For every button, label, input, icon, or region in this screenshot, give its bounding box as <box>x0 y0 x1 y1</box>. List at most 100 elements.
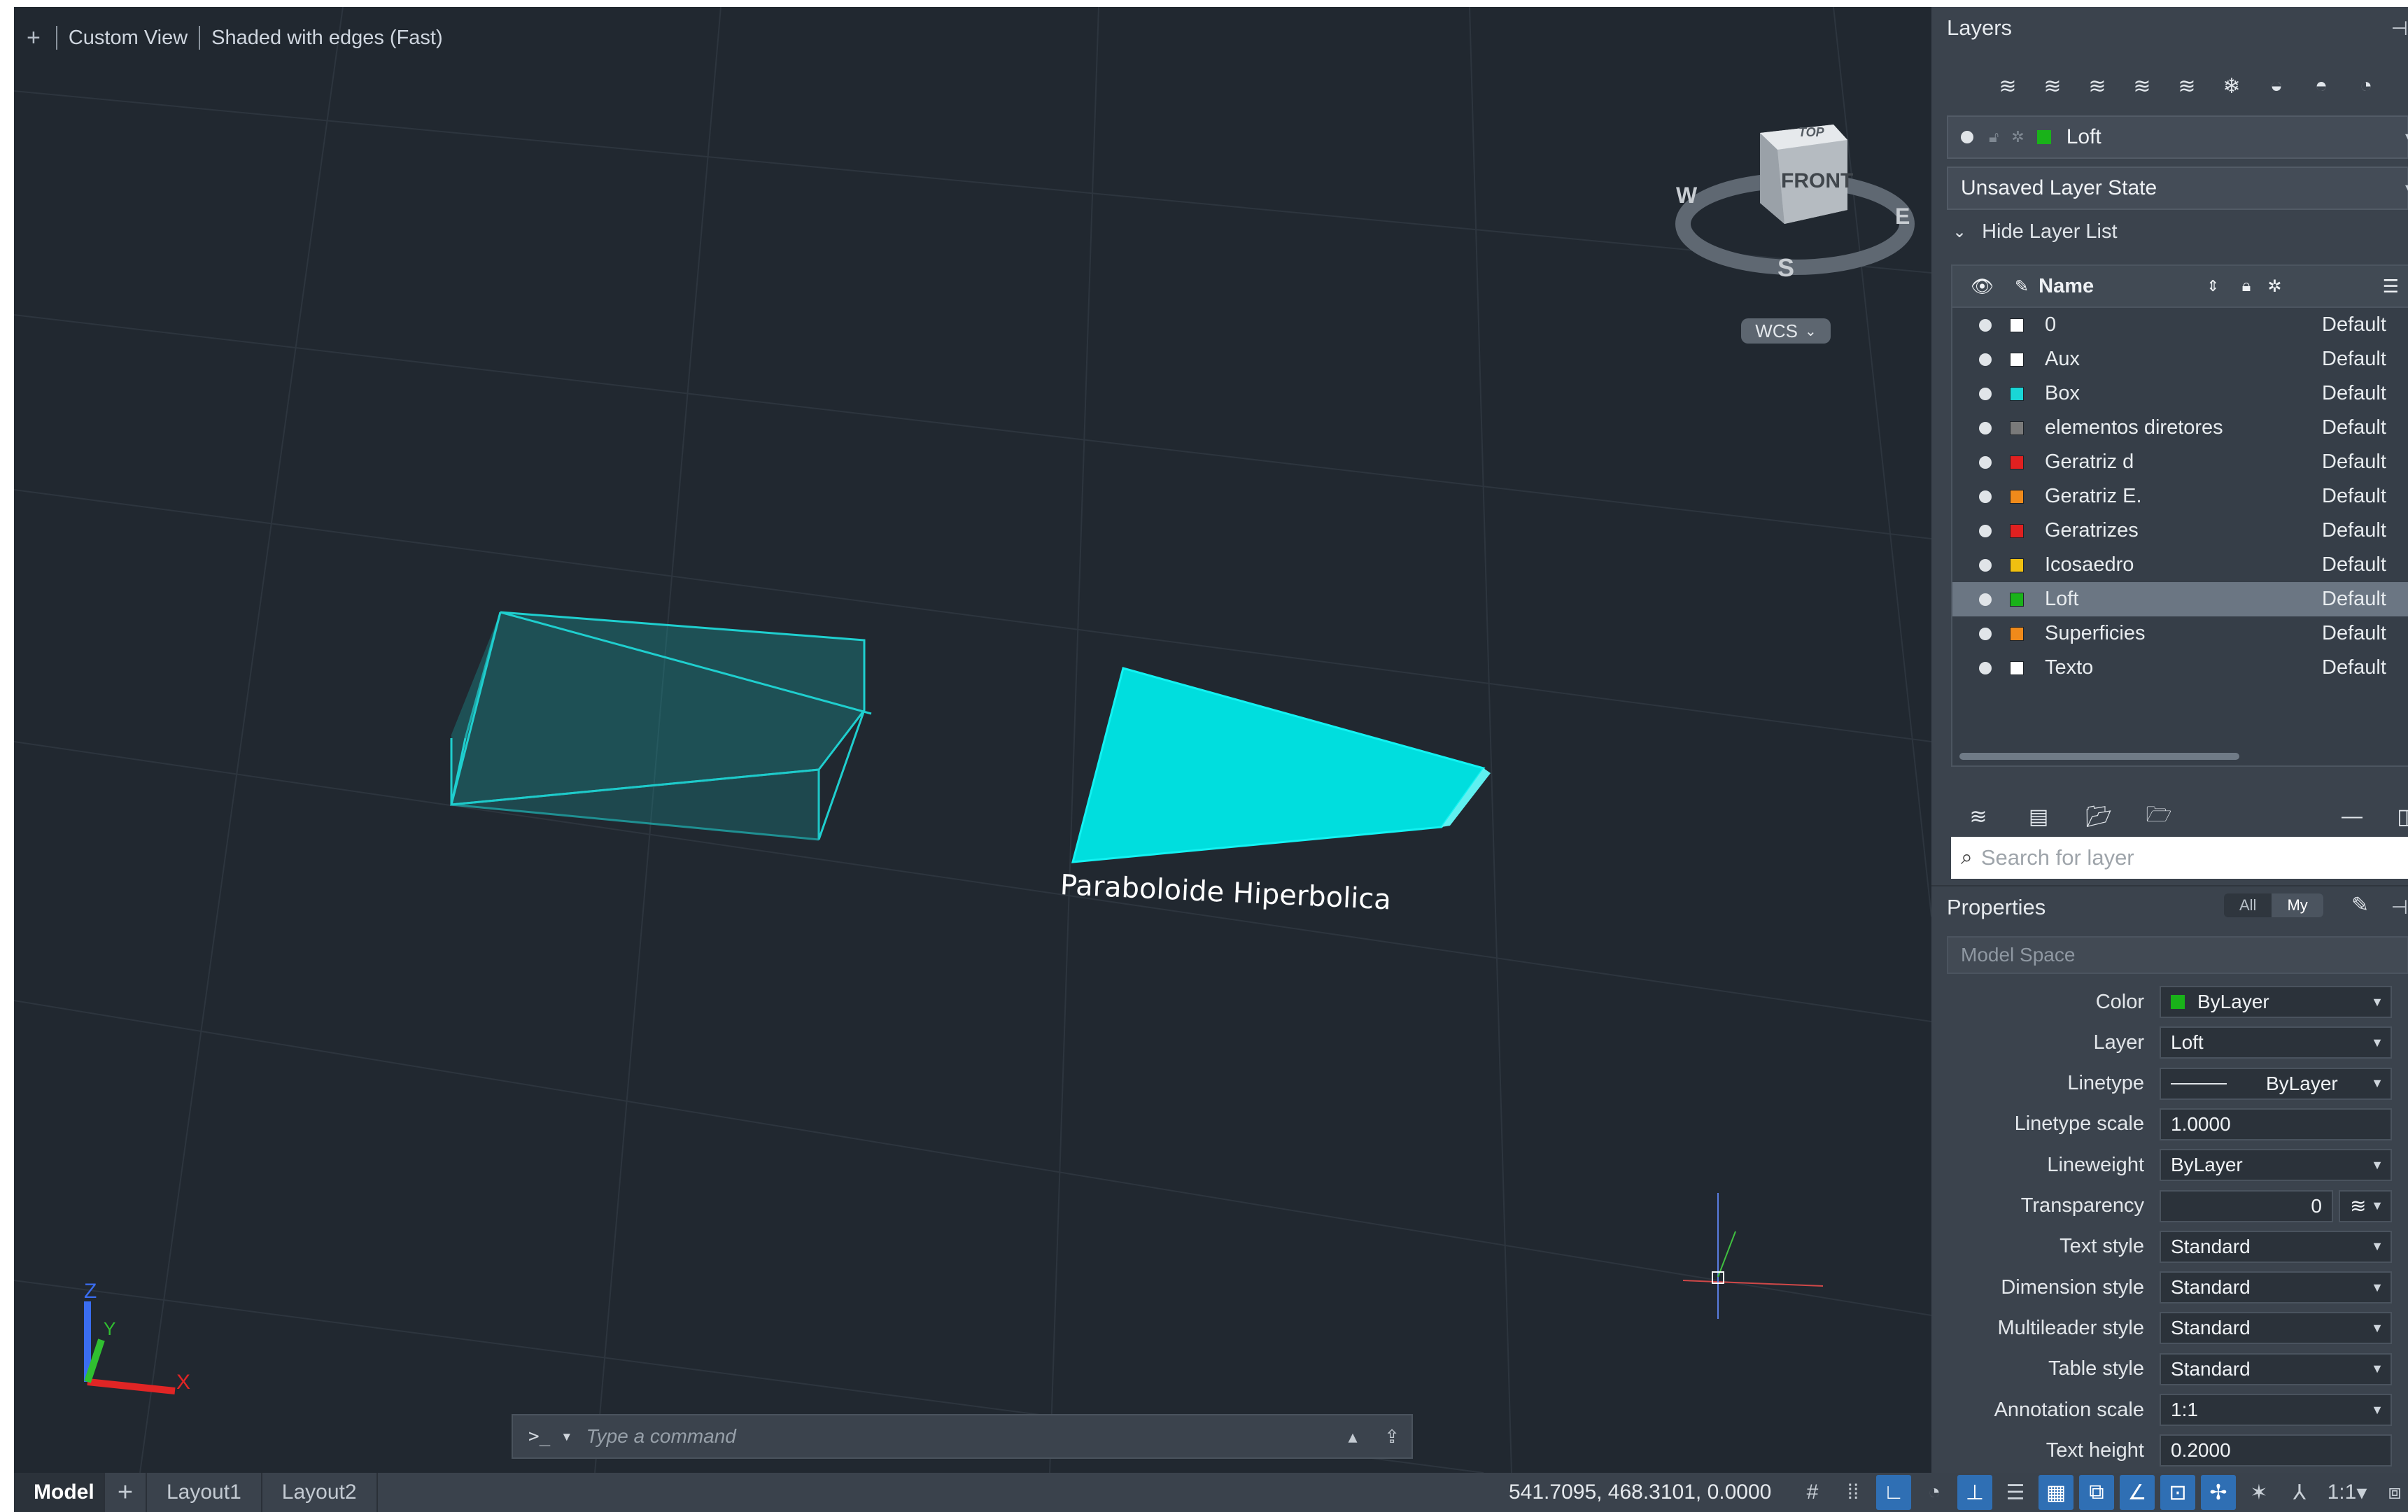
property-value-field[interactable]: 1:1 ▼ <box>2160 1394 2392 1426</box>
loft-surface[interactable] <box>1071 667 1491 863</box>
layer-color-swatch[interactable] <box>2010 592 2024 607</box>
layer-color-swatch[interactable] <box>2010 660 2024 675</box>
layer-row[interactable]: Geratriz d Default <box>1952 445 2408 479</box>
workspace-icon[interactable]: ⧈ <box>2377 1475 2408 1510</box>
property-value-field[interactable]: Standard ▼ <box>2160 1230 2392 1263</box>
visibility-column-icon[interactable]: 👁︎ <box>1971 276 1994 297</box>
layer-row[interactable]: 0 Default <box>1952 308 2408 342</box>
layer-visibility-icon[interactable] <box>1979 353 1992 366</box>
command-prompt-icon[interactable]: >_ ▾ <box>513 1426 585 1447</box>
property-value-field[interactable]: ByLayer ▼ <box>2160 986 2392 1018</box>
layer-row[interactable]: Texto Default <box>1952 651 2408 685</box>
layer-visibility-icon[interactable] <box>1979 318 1992 332</box>
viewcube[interactable]: TOP FRONT W E S <box>1673 91 1917 357</box>
layer-row[interactable]: Box Default <box>1952 376 2408 411</box>
layer-search[interactable]: ⌕ <box>1951 837 2408 879</box>
annotation-visibility-icon[interactable]: ✢ <box>2201 1475 2236 1510</box>
ortho-icon[interactable]: ∟ <box>1876 1475 1911 1510</box>
layer-visibility-icon[interactable] <box>1979 524 1992 537</box>
transparency-icon[interactable]: ▦ <box>2039 1475 2073 1510</box>
layer-visibility-icon[interactable] <box>1979 661 1992 674</box>
property-value-field[interactable]: Standard ▼ <box>2160 1352 2392 1385</box>
3d-osnap-icon[interactable]: ∠ <box>2120 1475 2155 1510</box>
layer-row[interactable]: Geratrizes Default <box>1952 514 2408 548</box>
share-icon[interactable]: ⇪ <box>1372 1426 1411 1448</box>
layer-color-swatch[interactable] <box>2010 523 2024 538</box>
layer-freeze-icon[interactable]: ❄ <box>2213 67 2251 105</box>
layer-row[interactable]: Loft Default <box>1952 582 2408 616</box>
layer-color-swatch[interactable] <box>2010 318 2024 332</box>
osnap-icon[interactable]: ⊥ <box>1957 1475 1992 1510</box>
layer-state-combo[interactable]: Unsaved Layer State ▾ <box>1947 167 2408 210</box>
layer-visibility-icon[interactable] <box>1979 387 1992 400</box>
command-input[interactable] <box>584 1425 1333 1448</box>
tab-layout1[interactable]: Layout1 <box>147 1473 262 1512</box>
layer-row[interactable]: Superficies Default <box>1952 616 2408 651</box>
layer-unlock-icon[interactable]: ◔ <box>2347 67 2385 105</box>
panel-pin-icon[interactable]: ⊣ <box>2391 896 2408 919</box>
annotation-scale-icon[interactable]: ⅄ <box>2282 1475 2317 1510</box>
collapse-icon[interactable]: — <box>2333 798 2371 835</box>
layer-visibility-icon[interactable] <box>1979 421 1992 434</box>
sort-icon[interactable]: ⇕ <box>2206 277 2219 295</box>
open-folder-icon[interactable]: 📂︎ <box>2080 798 2118 835</box>
layer-list[interactable]: 👁︎ ✎ Name ⇕ 🔒︎ ✲ ☰ 0 Default Aux Default Box… <box>1951 264 2408 767</box>
layer-color-swatch[interactable] <box>2010 455 2024 469</box>
layer-visibility-icon[interactable] <box>1979 558 1992 572</box>
layer-isolate-icon[interactable]: ≋ <box>2168 67 2206 105</box>
tab-layout2[interactable]: Layout2 <box>262 1473 378 1512</box>
layer-visibility-icon[interactable] <box>1979 455 1992 469</box>
wcs-menu[interactable]: WCS ⌄ <box>1741 318 1831 344</box>
property-value-field[interactable]: Standard ▼ <box>2160 1271 2392 1304</box>
scale-readout[interactable]: 1:1 ▾ <box>2323 1475 2372 1510</box>
layer-visibility-icon[interactable] <box>1979 593 1992 606</box>
name-column-header[interactable]: Name <box>2039 275 2206 298</box>
layer-off-icon[interactable]: ◒ <box>2258 67 2295 105</box>
auto-scale-icon[interactable]: ✶ <box>2241 1475 2276 1510</box>
new-layer-small-icon[interactable]: ≋ <box>1959 798 1997 835</box>
columns-icon[interactable]: ◫▾ <box>2393 798 2408 835</box>
new-layer-icon[interactable]: ≋ <box>1989 67 2027 105</box>
layer-color-swatch[interactable] <box>2010 421 2024 435</box>
filter-my-button[interactable]: My <box>2272 893 2323 917</box>
edit-column-icon[interactable]: ✎ <box>2015 276 2029 297</box>
grid-icon[interactable]: # <box>1795 1475 1830 1510</box>
transparency-options-button[interactable]: ≋ ▼ <box>2339 1189 2392 1222</box>
tab-model[interactable]: Model <box>14 1473 105 1512</box>
property-value-field[interactable]: 1.0000 <box>2160 1108 2392 1140</box>
snap-icon[interactable]: ⁞⁞ <box>1836 1475 1871 1510</box>
new-layer-frozen-icon[interactable]: ≋ <box>2034 67 2071 105</box>
layer-visibility-icon[interactable] <box>1979 490 1992 503</box>
layer-color-swatch[interactable] <box>2010 558 2024 572</box>
layer-color-swatch[interactable] <box>2010 352 2024 367</box>
command-history-icon[interactable]: ▴ <box>1333 1426 1372 1448</box>
property-value-field[interactable]: Standard ▼ <box>2160 1312 2392 1345</box>
layer-color-swatch[interactable] <box>2010 626 2024 641</box>
filter-all-button[interactable]: All <box>2224 893 2272 917</box>
layer-row[interactable]: elementos diretores Default <box>1952 411 2408 445</box>
layer-lock-icon[interactable]: ◓ <box>2302 67 2340 105</box>
layer-search-input[interactable] <box>1979 845 2374 871</box>
panel-pin-icon[interactable]: ⊣ <box>2391 17 2408 40</box>
hide-layer-list-toggle[interactable]: ⌄ Hide Layer List <box>1952 220 2118 243</box>
column-menu-icon[interactable]: ☰ <box>2383 276 2399 297</box>
model-viewport[interactable]: + Custom View Shaded with edges (Fast) Z… <box>14 7 1931 1473</box>
import-folder-icon[interactable]: 🗁︎ <box>2140 798 2178 835</box>
property-value-field[interactable]: ByLayer ▼ <box>2160 1067 2392 1100</box>
selection-cycling-icon[interactable]: ⧉ <box>2079 1475 2114 1510</box>
lineweight-icon[interactable]: ☰ <box>1998 1475 2033 1510</box>
set-current-icon[interactable]: ≋ <box>2123 67 2161 105</box>
property-value-field[interactable]: 0.2000 <box>2160 1434 2392 1467</box>
layer-row[interactable]: Aux Default <box>1952 342 2408 376</box>
dynamic-ucs-icon[interactable]: ⊡ <box>2160 1475 2195 1510</box>
add-layout-button[interactable]: + <box>105 1473 147 1512</box>
layer-row[interactable]: Geratriz E. Default <box>1952 479 2408 514</box>
layer-row[interactable]: Icosaedro Default <box>1952 548 2408 582</box>
layer-visibility-icon[interactable] <box>1979 627 1992 640</box>
command-line[interactable]: >_ ▾ ▴ ⇪ <box>512 1414 1413 1459</box>
layer-properties-icon[interactable]: ▤ <box>2020 798 2057 835</box>
space-selector[interactable]: Model Space <box>1947 936 2408 974</box>
horizontal-scrollbar[interactable] <box>1959 753 2239 760</box>
property-value-field[interactable]: Loft ▼ <box>2160 1026 2392 1059</box>
delete-layer-icon[interactable]: ≋ <box>2078 67 2116 105</box>
